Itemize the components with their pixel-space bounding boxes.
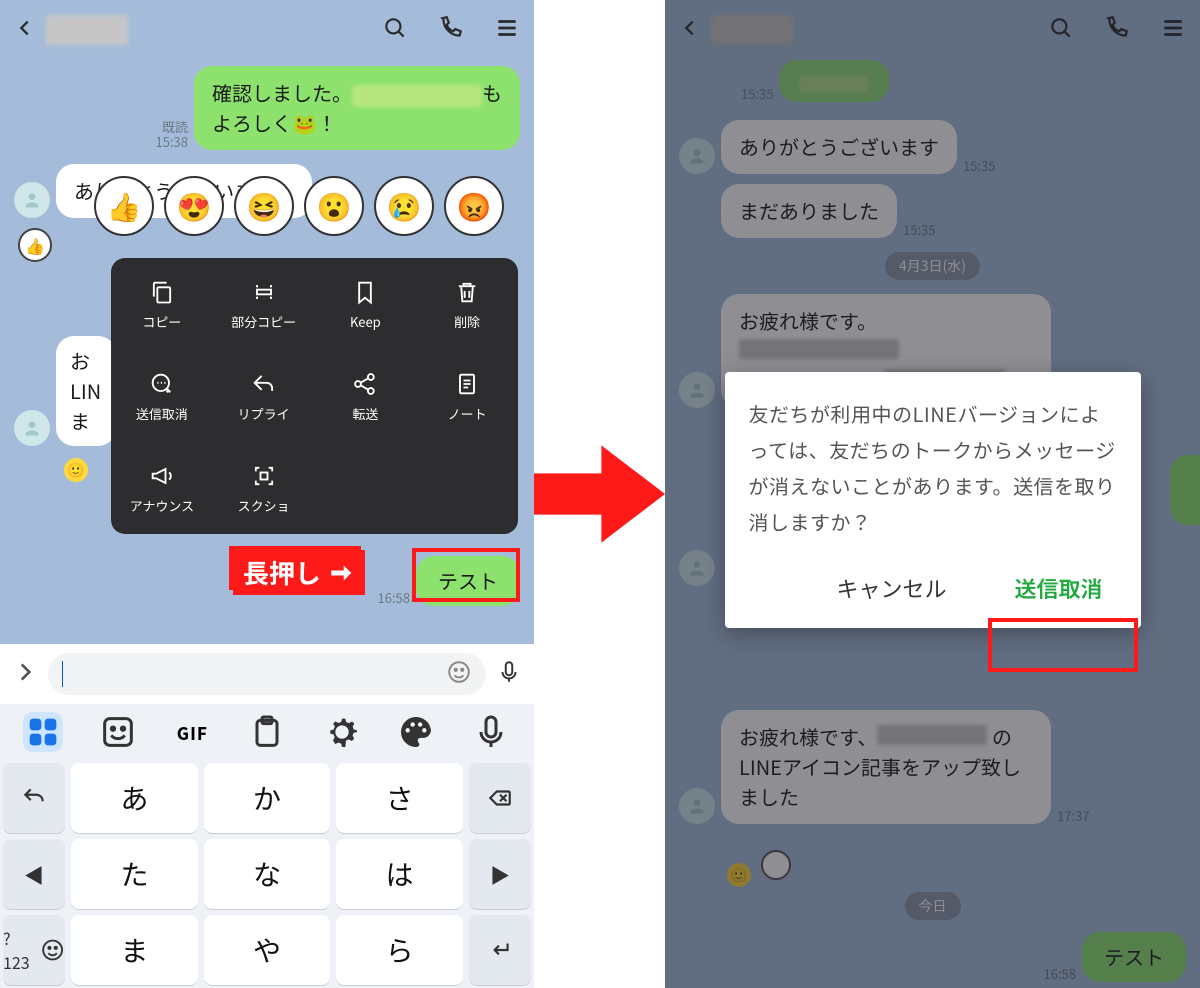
dialog-confirm-button[interactable]: 送信取消: [1000, 566, 1116, 610]
keyboard-toolbar: GIF: [0, 704, 534, 760]
received-message-bubble[interactable]: おLINま: [56, 336, 116, 446]
unsend-confirm-dialog: 友だちが利用中のLINEバージョンによっては、友だちのトークからメッセージが消え…: [725, 372, 1141, 628]
message-context-menu: コピー 部分コピー Keep 削除 送信取消 リプライ: [111, 258, 518, 534]
kbd-key[interactable]: か: [204, 763, 331, 833]
chat-header: [0, 0, 534, 60]
back-icon[interactable]: [14, 17, 36, 44]
ctx-note[interactable]: ノート: [416, 350, 518, 442]
menu-icon[interactable]: [494, 15, 520, 46]
chat-title-redacted: [46, 15, 128, 45]
message-time: 16:58: [378, 590, 410, 606]
ctx-announce[interactable]: アナウンス: [111, 442, 213, 534]
kbd-backspace[interactable]: [469, 763, 531, 833]
message-input-bar: [0, 644, 534, 704]
kbd-gif-button[interactable]: GIF: [172, 712, 212, 752]
mic-icon[interactable]: [496, 659, 522, 690]
kbd-key[interactable]: や: [204, 915, 331, 985]
sticker-thumbsup-icon[interactable]: 👍: [94, 176, 154, 236]
kbd-mic-icon[interactable]: [471, 712, 511, 752]
dialog-cancel-button[interactable]: キャンセル: [822, 566, 960, 610]
avatar[interactable]: [14, 410, 50, 446]
ctx-forward[interactable]: 転送: [315, 350, 417, 442]
message-meta: 既読15:38: [156, 119, 188, 150]
reaction-picker: 👍 😍 😆 😮 😢 😡: [94, 176, 504, 236]
kbd-sticker-icon[interactable]: [98, 712, 138, 752]
kbd-clipboard-icon[interactable]: [247, 712, 287, 752]
emoji-icon[interactable]: [446, 659, 472, 690]
kbd-mode-switch[interactable]: ?123: [3, 915, 65, 985]
ctx-copy[interactable]: コピー: [111, 258, 213, 350]
reaction-smile-icon[interactable]: 🙂: [64, 458, 88, 482]
expand-icon[interactable]: [12, 659, 38, 690]
sticker-angry-icon[interactable]: 😡: [444, 176, 504, 236]
kbd-key[interactable]: あ: [71, 763, 198, 833]
search-icon[interactable]: [382, 15, 408, 46]
sticker-surprised-icon[interactable]: 😮: [304, 176, 364, 236]
kbd-enter[interactable]: [469, 915, 531, 985]
kbd-left[interactable]: ◀: [3, 839, 65, 909]
sent-message-bubble[interactable]: 確認しました。も よろしく🐸！: [194, 66, 520, 150]
sticker-laugh-icon[interactable]: 😆: [234, 176, 294, 236]
screenshot-right: 15:35 ありがとうございます 15:35 まだありました 15:35 4月3…: [665, 0, 1200, 988]
annotation-longpress: 長押し: [233, 550, 365, 595]
kbd-key[interactable]: ら: [336, 915, 463, 985]
annotation-arrow: [534, 0, 665, 988]
call-icon[interactable]: [438, 15, 464, 46]
ctx-keep[interactable]: Keep: [315, 258, 417, 350]
kbd-undo[interactable]: [3, 763, 65, 833]
kbd-key[interactable]: な: [204, 839, 331, 909]
screenshot-left: 既読15:38 確認しました。も よろしく🐸！ ありがとうございます！ 39 👍…: [0, 0, 534, 988]
avatar[interactable]: [14, 182, 50, 218]
ctx-unsend[interactable]: 送信取消: [111, 350, 213, 442]
kbd-key[interactable]: さ: [336, 763, 463, 833]
sticker-hearteyes-icon[interactable]: 😍: [164, 176, 224, 236]
kbd-apps-icon[interactable]: [23, 712, 63, 752]
sticker-cry-icon[interactable]: 😢: [374, 176, 434, 236]
sent-message-bubble-test[interactable]: テスト: [416, 556, 520, 606]
ctx-reply[interactable]: リプライ: [213, 350, 315, 442]
ctx-delete[interactable]: 削除: [416, 258, 518, 350]
ctx-screenshot[interactable]: スクショ: [213, 442, 315, 534]
soft-keyboard: GIF あ か さ ◀ た な は ▶ ?123: [0, 704, 534, 988]
frog-emoji-icon: 🐸: [292, 108, 317, 137]
dialog-message: 友だちが利用中のLINEバージョンによっては、友だちのトークからメッセージが消え…: [749, 396, 1117, 540]
kbd-key[interactable]: た: [71, 839, 198, 909]
kbd-settings-icon[interactable]: [322, 712, 362, 752]
kbd-key[interactable]: は: [336, 839, 463, 909]
kbd-palette-icon[interactable]: [396, 712, 436, 752]
sticker-reaction-icon[interactable]: 👍: [18, 228, 52, 262]
kbd-right[interactable]: ▶: [469, 839, 531, 909]
message-input[interactable]: [48, 653, 486, 695]
kbd-key[interactable]: ま: [71, 915, 198, 985]
ctx-partial-copy[interactable]: 部分コピー: [213, 258, 315, 350]
